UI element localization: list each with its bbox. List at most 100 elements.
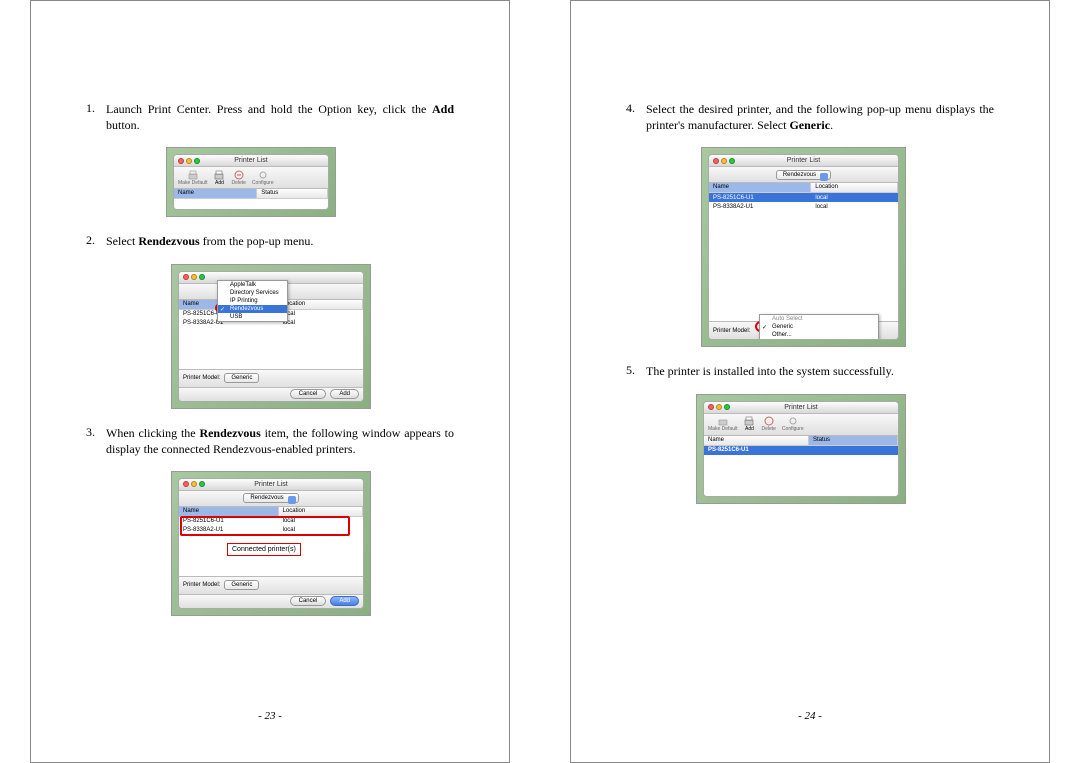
screenshot-rendezvous-popup: AppleTalk Directory Services IP Printing… bbox=[171, 264, 371, 409]
window-title: Printer List bbox=[709, 157, 898, 164]
zoom-icon bbox=[199, 274, 205, 280]
mac-window: Printer List Rendezvous Name Location PS… bbox=[708, 154, 899, 340]
screenshot-print-center-toolbar: Printer List Make Default Add Delete bbox=[166, 147, 336, 217]
titlebar: Printer List bbox=[174, 155, 328, 167]
step-text: The printer is installed into the system… bbox=[646, 363, 994, 379]
col-name: Name bbox=[709, 183, 811, 192]
printer-row: PS-8251C6-U1 local bbox=[179, 517, 363, 526]
printer-row-installed: PS-8251C6-U1 bbox=[704, 446, 898, 455]
col-status: Status bbox=[809, 436, 898, 445]
window-title: Printer List bbox=[704, 404, 898, 411]
page-number: - 23 - bbox=[31, 710, 509, 722]
col-name: Name bbox=[704, 436, 809, 445]
step-number: 1. bbox=[86, 101, 100, 133]
list-area: Name Status PS-8251C6-U1 bbox=[704, 436, 898, 496]
list-header: Name Status bbox=[704, 436, 898, 446]
list-header: Name Location bbox=[179, 507, 363, 517]
traffic-lights bbox=[183, 274, 205, 280]
col-location: Location bbox=[279, 507, 363, 516]
dropdown-bar: AppleTalk Directory Services IP Printing… bbox=[179, 284, 363, 300]
mac-window: Printer List Make Default Add Delete bbox=[703, 401, 899, 497]
model-select: Generic bbox=[224, 373, 259, 383]
titlebar: Printer List bbox=[704, 402, 898, 414]
screenshot-connected-printers: Printer List Rendezvous Name Location PS… bbox=[171, 471, 371, 616]
make-default-button: Make Default bbox=[708, 416, 737, 432]
button-bar: Cancel Add bbox=[179, 387, 363, 401]
printer-icon bbox=[717, 416, 729, 426]
step-text: Select the desired printer, and the foll… bbox=[646, 101, 994, 133]
step-number: 4. bbox=[626, 101, 640, 133]
add-button: Add bbox=[330, 596, 359, 606]
list-area: Name Location PS-8251C6-U1 local PS-8338… bbox=[709, 183, 898, 321]
footer-bar: Printer Model: Auto Select Generic Other… bbox=[709, 321, 898, 339]
model-label: Printer Model: bbox=[183, 582, 220, 588]
step-2: 2. Select Rendezvous from the pop-up men… bbox=[86, 233, 454, 249]
window-title: Printer List bbox=[179, 481, 363, 488]
step-5: 5. The printer is installed into the sys… bbox=[626, 363, 994, 379]
dropdown-bar: Rendezvous bbox=[179, 491, 363, 507]
model-select: Generic bbox=[224, 580, 259, 590]
document-spread: 1. Launch Print Center. Press and hold t… bbox=[30, 0, 1050, 763]
minimize-icon bbox=[191, 274, 197, 280]
mac-window: AppleTalk Directory Services IP Printing… bbox=[178, 271, 364, 402]
window-title: Printer List bbox=[174, 157, 328, 164]
printer-add-icon bbox=[213, 170, 225, 180]
step-1: 1. Launch Print Center. Press and hold t… bbox=[86, 101, 454, 133]
printer-icon bbox=[187, 170, 199, 180]
delete-icon bbox=[234, 170, 244, 180]
manufacturer-popup: Auto Select Generic Other... Apple Broth… bbox=[759, 314, 879, 340]
model-label: Printer Model: bbox=[183, 375, 220, 381]
connection-popup: AppleTalk Directory Services IP Printing… bbox=[217, 280, 288, 322]
col-name: Name bbox=[174, 189, 257, 198]
button-bar: Cancel Add bbox=[179, 594, 363, 608]
step-text: When clicking the Rendezvous item, the f… bbox=[106, 425, 454, 457]
step-number: 3. bbox=[86, 425, 100, 457]
titlebar: Printer List bbox=[709, 155, 898, 167]
list-area: Name Location PS-8251C6-U1 local PS-8338… bbox=[179, 507, 363, 576]
configure-icon bbox=[788, 416, 798, 426]
step-number: 5. bbox=[626, 363, 640, 379]
col-location: Location bbox=[279, 300, 363, 309]
step-4: 4. Select the desired printer, and the f… bbox=[626, 101, 994, 133]
col-status: Status bbox=[257, 189, 328, 198]
screenshot-manufacturer-popup: Printer List Rendezvous Name Location PS… bbox=[701, 147, 906, 347]
mac-window: Printer List Make Default Add Delete bbox=[173, 154, 329, 210]
list-header: Name Location bbox=[709, 183, 898, 193]
menu-item: Directory Services bbox=[218, 289, 287, 297]
step-text: Select Rendezvous from the pop-up menu. bbox=[106, 233, 454, 249]
printer-row-selected: PS-8251C6-U1 local bbox=[709, 193, 898, 202]
mac-window: Printer List Rendezvous Name Location PS… bbox=[178, 478, 364, 609]
add-button: Add bbox=[213, 170, 225, 186]
col-location: Location bbox=[811, 183, 898, 192]
make-default-button: Make Default bbox=[178, 170, 207, 186]
menu-item: USB bbox=[218, 313, 287, 321]
printer-row: PS-8338A2-U1 local bbox=[179, 526, 363, 535]
model-label: Printer Model: bbox=[713, 328, 750, 334]
printer-row: PS-8338A2-U1 local bbox=[709, 202, 898, 211]
list-area: Name Status bbox=[174, 189, 328, 209]
add-button: Add bbox=[330, 389, 359, 399]
menu-item: IP Printing bbox=[218, 297, 287, 305]
callout-label: Connected printer(s) bbox=[227, 543, 301, 556]
connection-dropdown: Rendezvous bbox=[776, 170, 831, 180]
cancel-button: Cancel bbox=[290, 596, 327, 606]
delete-icon bbox=[764, 416, 774, 426]
footer-bar: Printer Model: Generic bbox=[179, 369, 363, 387]
col-name: Name bbox=[179, 507, 279, 516]
menu-item-generic: Generic bbox=[760, 323, 878, 331]
configure-button: Configure bbox=[252, 170, 274, 186]
page-number: - 24 - bbox=[571, 710, 1049, 722]
dropdown-bar: Rendezvous bbox=[709, 167, 898, 183]
delete-button: Delete bbox=[231, 170, 245, 186]
printer-add-icon bbox=[743, 416, 755, 426]
page-23: 1. Launch Print Center. Press and hold t… bbox=[30, 0, 510, 763]
configure-icon bbox=[258, 170, 268, 180]
step-number: 2. bbox=[86, 233, 100, 249]
cancel-button: Cancel bbox=[290, 389, 327, 399]
toolbar: Make Default Add Delete Configure bbox=[174, 167, 328, 189]
list-header: Name Status bbox=[174, 189, 328, 199]
connection-dropdown: Rendezvous bbox=[243, 493, 298, 503]
toolbar: Make Default Add Delete Configure bbox=[704, 414, 898, 436]
menu-item-rendezvous: Rendezvous bbox=[218, 305, 287, 313]
delete-button: Delete bbox=[761, 416, 775, 432]
